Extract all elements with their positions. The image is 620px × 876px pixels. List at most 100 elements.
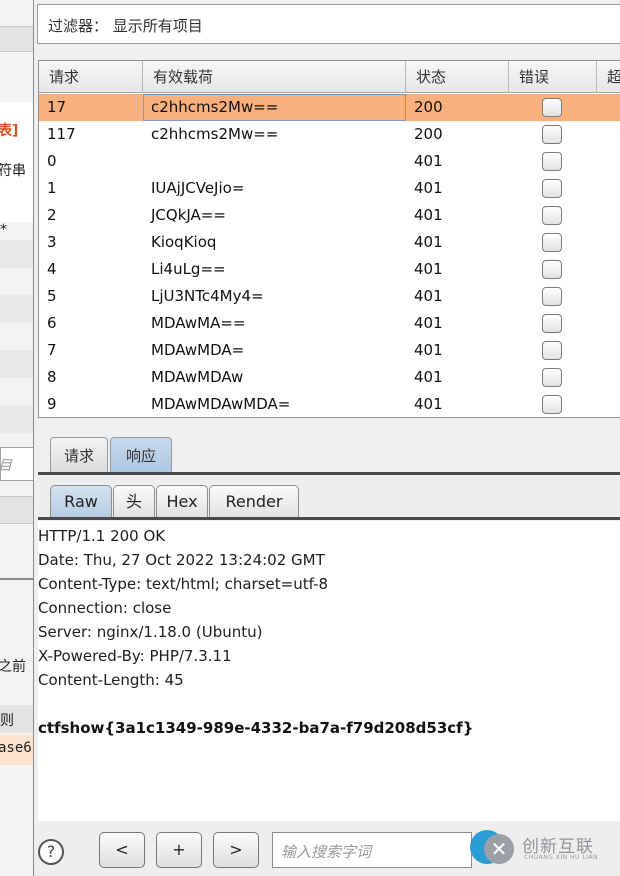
cell-request: 4: [47, 260, 57, 278]
intruder-results-panel: 过滤器： 显示所有项目 请求 有效载荷 状态 错误 超 17 c2hhcms2M…: [34, 0, 620, 876]
tab-render[interactable]: Render: [209, 485, 299, 517]
left-band: [0, 496, 33, 524]
cell-payload: MDAwMDAw: [151, 368, 244, 386]
cell-payload: KioqKioq: [151, 233, 217, 251]
cell-error-checkbox[interactable]: [542, 287, 562, 306]
filter-bar[interactable]: 过滤器： 显示所有项目: [37, 4, 620, 44]
tab-response[interactable]: 响应: [110, 437, 172, 473]
cell-status: 401: [414, 260, 443, 278]
cell-status: 401: [414, 341, 443, 359]
tab-hex[interactable]: Hex: [156, 485, 208, 517]
watermark-logo: ✕ 创新互联 CHUANG XIN HU LIAN: [470, 818, 620, 876]
cell-error-checkbox[interactable]: [542, 98, 562, 117]
left-fragment-1: 表]: [0, 123, 19, 139]
left-band: [0, 26, 33, 52]
cell-request: 117: [47, 125, 76, 143]
add-button[interactable]: +: [156, 832, 202, 868]
left-fragment-5: 之前: [0, 659, 26, 675]
column-header-payload[interactable]: 有效载荷: [143, 61, 406, 93]
left-band: [0, 405, 33, 433]
cell-error-checkbox[interactable]: [542, 206, 562, 225]
cell-payload: c2hhcms2Mw==: [151, 125, 279, 143]
response-header-line: Date: Thu, 27 Oct 2022 13:24:02 GMT: [38, 551, 325, 569]
table-row[interactable]: 3 KioqKioq 401: [39, 229, 620, 256]
left-pane-clipped: 表] 符串 * 目 之前 则 ase6: [0, 0, 34, 876]
table-row[interactable]: 5 LjU3NTc4My4= 401: [39, 283, 620, 310]
cell-error-checkbox[interactable]: [542, 314, 562, 333]
cell-error-checkbox[interactable]: [542, 260, 562, 279]
next-button[interactable]: >: [213, 832, 259, 868]
cell-status: 401: [414, 368, 443, 386]
previous-button[interactable]: <: [99, 832, 145, 868]
response-header-line: Content-Type: text/html; charset=utf-8: [38, 575, 329, 593]
table-header: 请求 有效载荷 状态 错误 超: [39, 61, 620, 93]
cell-error-checkbox[interactable]: [542, 179, 562, 198]
cell-error-checkbox[interactable]: [542, 152, 562, 171]
cell-status: 401: [414, 395, 443, 413]
table-row[interactable]: 2 JCQkJA== 401: [39, 202, 620, 229]
cell-request: 6: [47, 314, 57, 332]
left-fragment-3: *: [0, 222, 7, 238]
response-status-line: HTTP/1.1 200 OK: [38, 527, 166, 545]
table-row[interactable]: 4 Li4uLg== 401: [39, 256, 620, 283]
cell-error-checkbox[interactable]: [542, 395, 562, 414]
cell-payload: MDAwMA==: [151, 314, 246, 332]
cell-request: 3: [47, 233, 57, 251]
cell-status: 401: [414, 314, 443, 332]
response-header-line: Server: nginx/1.18.0 (Ubuntu): [38, 623, 263, 641]
cell-payload: MDAwMDA=: [151, 341, 245, 359]
table-row[interactable]: 0 401: [39, 148, 620, 175]
table-row[interactable]: 1 IUAjJCVeJio= 401: [39, 175, 620, 202]
table-row[interactable]: 17 c2hhcms2Mw== 200: [39, 94, 620, 121]
table-row[interactable]: 7 MDAwMDA= 401: [39, 337, 620, 364]
column-header-error[interactable]: 错误: [509, 61, 597, 93]
results-table: 请求 有效载荷 状态 错误 超 17 c2hhcms2Mw== 200 117 …: [38, 60, 620, 418]
column-header-status[interactable]: 状态: [406, 61, 509, 93]
cell-status: 401: [414, 206, 443, 224]
cell-error-checkbox[interactable]: [542, 368, 562, 387]
left-fragment-4: 目: [0, 455, 12, 475]
cell-payload: IUAjJCVeJio=: [151, 179, 245, 197]
table-row[interactable]: 9 MDAwMDAwMDA= 401: [39, 391, 620, 417]
left-band: [0, 295, 33, 323]
filter-label: 过滤器： 显示所有项目: [48, 17, 203, 35]
cell-error-checkbox[interactable]: [542, 341, 562, 360]
response-header-line: Content-Length: 45: [38, 671, 184, 689]
tab-divider: [38, 517, 620, 520]
left-fragment-2: 符串: [0, 163, 26, 179]
search-placeholder: 输入搜索字词: [281, 843, 372, 861]
cell-error-checkbox[interactable]: [542, 233, 562, 252]
search-input[interactable]: 输入搜索字词: [272, 832, 472, 868]
cell-request: 1: [47, 179, 57, 197]
cell-status: 401: [414, 179, 443, 197]
cell-error-checkbox[interactable]: [542, 125, 562, 144]
cell-request: 8: [47, 368, 57, 386]
cell-payload: Li4uLg==: [151, 260, 226, 278]
column-header-timeout[interactable]: 超: [597, 61, 620, 93]
cell-payload: LjU3NTc4My4=: [151, 287, 264, 305]
tab-raw[interactable]: Raw: [50, 485, 112, 517]
help-icon[interactable]: ?: [38, 839, 64, 865]
left-band: [0, 240, 33, 268]
cell-status: 401: [414, 287, 443, 305]
cell-request: 2: [47, 206, 57, 224]
left-fragment-7: ase6: [0, 740, 32, 756]
cell-status: 200: [414, 98, 443, 116]
cell-request: 7: [47, 341, 57, 359]
left-band: [0, 350, 33, 378]
column-header-request[interactable]: 请求: [39, 61, 143, 93]
cell-request: 5: [47, 287, 57, 305]
cell-status: 401: [414, 152, 443, 170]
cell-request: 0: [47, 152, 57, 170]
response-viewer[interactable]: HTTP/1.1 200 OK Date: Thu, 27 Oct 2022 1…: [38, 521, 620, 821]
table-row[interactable]: 6 MDAwMA== 401: [39, 310, 620, 337]
table-row[interactable]: 117 c2hhcms2Mw== 200: [39, 121, 620, 148]
table-row[interactable]: 8 MDAwMDAw 401: [39, 364, 620, 391]
watermark-icon: ✕: [484, 834, 514, 864]
left-fragment-6: 则: [0, 713, 14, 729]
tab-request[interactable]: 请求: [50, 437, 108, 473]
response-body: ctfshow{3a1c1349-989e-4332-ba7a-f79d208d…: [38, 719, 474, 737]
cell-request: 9: [47, 395, 57, 413]
tab-headers[interactable]: 头: [113, 485, 155, 517]
watermark-subtext: CHUANG XIN HU LIAN: [524, 854, 599, 861]
